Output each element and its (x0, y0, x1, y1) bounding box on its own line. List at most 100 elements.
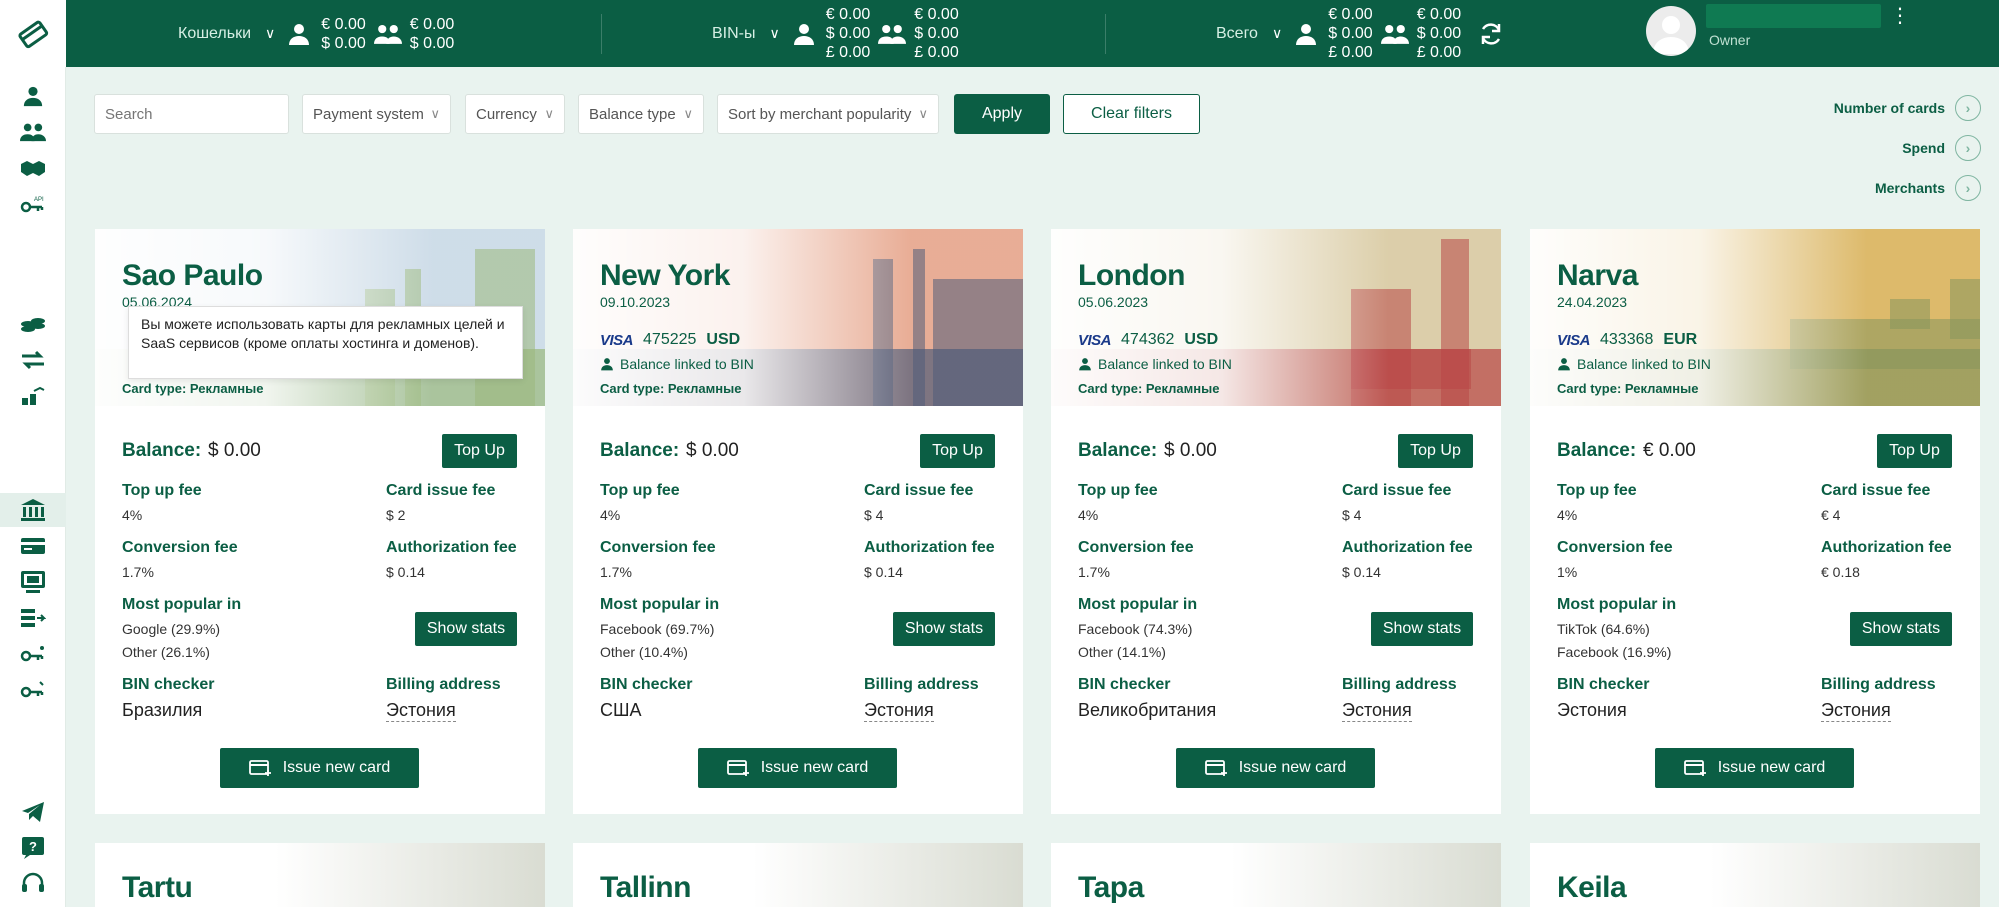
currency-select[interactable]: Currency ∨ (465, 94, 565, 134)
search-input[interactable] (94, 94, 289, 134)
sidebar-team-icon[interactable] (0, 115, 66, 149)
conversion-fee-value: 1.7% (122, 564, 154, 580)
total-team-values: € 0.00 $ 0.00 £ 0.00 (1416, 6, 1462, 61)
card-bin-number: 433368 (1600, 331, 1654, 348)
sidebar-api-key-icon[interactable]: API (0, 187, 66, 221)
card-city-name: Keila (1557, 871, 1627, 904)
show-stats-button[interactable]: Show stats (893, 612, 995, 646)
balance-label: Balance: (600, 440, 680, 461)
balance-type-select[interactable]: Balance type ∨ (578, 94, 704, 134)
top-up-button[interactable]: Top Up (442, 434, 517, 468)
person-icon (790, 20, 818, 48)
card-type: Card type: Рекламные (1078, 381, 1220, 396)
top-up-fee-value: 4% (122, 507, 143, 523)
total-dropdown-chevron-icon[interactable]: ∨ (1272, 25, 1282, 42)
sidebar-transfer-icon[interactable] (0, 343, 66, 377)
card-city-name: Sao Paulo (122, 259, 263, 292)
issue-new-card-button[interactable]: Issue new card (698, 748, 897, 788)
show-stats-button[interactable]: Show stats (1850, 612, 1952, 646)
card-issue-fee-value: $ 4 (1342, 507, 1362, 523)
popular-merchant-2: Other (14.1%) (1078, 644, 1166, 660)
sidebar-bank-icon[interactable] (0, 493, 66, 527)
divider (601, 14, 602, 54)
sidebar-handshake-icon[interactable] (0, 151, 66, 185)
top-up-button[interactable]: Top Up (920, 434, 995, 468)
logo[interactable] (0, 0, 66, 67)
sort-number-of-cards[interactable]: Number of cards › (1761, 94, 1981, 122)
bin-country: Великобритания (1078, 700, 1217, 720)
sidebar-chart-icon[interactable] (0, 379, 66, 413)
avatar[interactable] (1646, 6, 1696, 56)
chevron-down-icon: ∨ (683, 106, 693, 121)
popular-merchant-1: Facebook (74.3%) (1078, 621, 1193, 637)
issue-new-card-button[interactable]: Issue new card (1176, 748, 1375, 788)
sidebar-profile-icon[interactable] (0, 79, 66, 113)
billing-country[interactable]: Эстония (386, 700, 456, 722)
bin-country: Бразилия (122, 700, 203, 720)
show-stats-button[interactable]: Show stats (415, 612, 517, 646)
payment-system-select[interactable]: Payment system ∨ (302, 94, 451, 134)
bins-dropdown-chevron-icon[interactable]: ∨ (770, 25, 780, 42)
card-city-name: Tapa (1078, 871, 1144, 904)
bins-label: BIN-ы (712, 24, 756, 42)
billing-address-label: Billing address (1821, 676, 1936, 693)
card-date: 09.10.2023 (600, 294, 671, 310)
billing-country[interactable]: Эстония (864, 700, 934, 722)
refresh-icon[interactable] (1477, 20, 1505, 48)
bin-card: Narva 24.04.2023 VISA 433368 EUR Balance… (1530, 229, 1980, 814)
show-stats-button[interactable]: Show stats (1371, 612, 1473, 646)
wallets-group: Кошельки ∨ € 0.00 $ 0.00 € 0.00 $ 0.00 (178, 0, 454, 67)
top-up-fee-label: Top up fee (1557, 482, 1637, 499)
sidebar-coins-icon[interactable] (0, 307, 66, 341)
bins-team-values: € 0.00 $ 0.00 £ 0.00 (914, 6, 959, 61)
user-role: Owner (1709, 32, 1751, 48)
bin-card: Tallinn (573, 843, 1023, 907)
sidebar-help-icon[interactable]: ? (0, 831, 66, 865)
conversion-fee-value: 1% (1557, 564, 1578, 580)
sidebar-monitor-icon[interactable] (0, 565, 66, 599)
total-personal-values: € 0.00 $ 0.00 £ 0.00 (1328, 6, 1373, 61)
bin-card: New York 09.10.2023 VISA 475225 USD Bala… (573, 229, 1023, 814)
popular-merchant-1: Google (29.9%) (122, 621, 221, 637)
balance-label: Balance: (122, 440, 202, 461)
sort-merchants[interactable]: Merchants › (1761, 174, 1981, 202)
issue-new-card-button[interactable]: Issue new card (220, 748, 419, 788)
top-bar: Кошельки ∨ € 0.00 $ 0.00 € 0.00 $ 0.00 BIN… (0, 0, 1999, 67)
sidebar-telegram-icon[interactable] (0, 795, 66, 829)
top-up-fee-label: Top up fee (1078, 482, 1158, 499)
more-menu-icon[interactable]: ⋮ (1890, 6, 1910, 26)
top-up-fee-label: Top up fee (600, 482, 680, 499)
card-issue-fee-value: € 4 (1821, 507, 1841, 523)
top-up-button[interactable]: Top Up (1398, 434, 1473, 468)
balance-label: Balance: (1078, 440, 1158, 461)
svg-text:API: API (34, 197, 44, 203)
balance-linked: Balance linked to BIN (1078, 356, 1232, 372)
conversion-fee-value: 1.7% (1078, 564, 1110, 580)
card-hero-image (1530, 229, 1980, 406)
sort-spend[interactable]: Spend › (1761, 134, 1981, 162)
apply-button[interactable]: Apply (954, 94, 1050, 134)
sidebar-key-alt-icon[interactable] (0, 673, 66, 707)
most-popular-label: Most popular in (122, 596, 242, 613)
sidebar-key-icon[interactable] (0, 637, 66, 671)
add-card-icon (1683, 760, 1706, 776)
top-up-button[interactable]: Top Up (1877, 434, 1952, 468)
sort-select[interactable]: Sort by merchant popularity ∨ (717, 94, 939, 134)
sidebar-list-transfer-icon[interactable] (0, 601, 66, 635)
divider (1105, 14, 1106, 54)
conversion-fee-label: Conversion fee (1078, 539, 1194, 556)
clear-filters-button[interactable]: Clear filters (1063, 94, 1200, 134)
person-icon (285, 20, 313, 48)
sidebar-card-icon[interactable] (0, 529, 66, 563)
wallets-dropdown-chevron-icon[interactable]: ∨ (265, 25, 275, 42)
issue-new-card-button[interactable]: Issue new card (1655, 748, 1854, 788)
most-popular-label: Most popular in (1557, 596, 1677, 613)
sidebar-support-icon[interactable] (0, 867, 66, 901)
chevron-right-icon: › (1955, 95, 1981, 121)
billing-country[interactable]: Эстония (1342, 700, 1412, 722)
card-date: 24.04.2023 (1557, 294, 1628, 310)
authorization-fee-value: € 0.18 (1821, 564, 1860, 580)
billing-country[interactable]: Эстония (1821, 700, 1891, 722)
conversion-fee-label: Conversion fee (600, 539, 716, 556)
card-type: Card type: Рекламные (600, 381, 742, 396)
